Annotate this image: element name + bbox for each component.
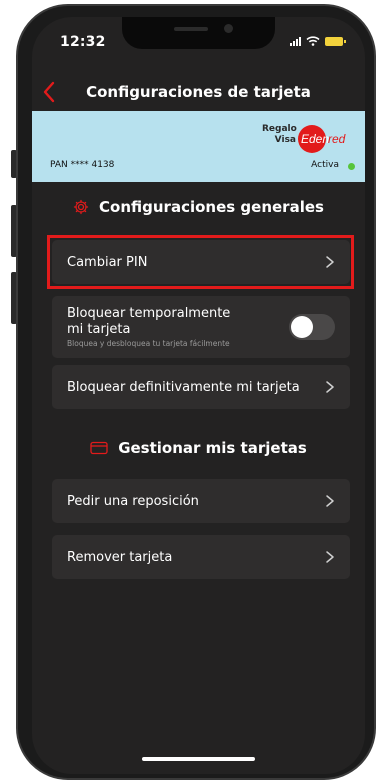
svg-text:Eden: Eden — [301, 132, 329, 146]
section-cards-title: Gestionar mis tarjetas — [118, 439, 307, 457]
card-status-label: Activa — [311, 160, 339, 170]
status-icons — [290, 36, 346, 46]
section-general-title: Configuraciones generales — [99, 198, 324, 216]
notch — [122, 17, 275, 49]
section-cards-heading: Gestionar mis tarjetas — [32, 439, 365, 457]
status-time: 12:32 — [60, 34, 106, 50]
section-general-heading: Configuraciones generales — [32, 198, 365, 216]
permanent-block-row[interactable]: Bloquear definitivamente mi tarjeta — [52, 365, 350, 409]
chevron-right-icon — [326, 551, 334, 563]
temp-block-subtitle: Bloquea y desbloquea tu tarjeta fácilmen… — [67, 339, 230, 348]
card-status-dot — [348, 163, 355, 170]
chevron-right-icon — [326, 381, 334, 393]
home-indicator[interactable] — [142, 757, 255, 761]
request-replacement-label: Pedir una reposición — [67, 493, 199, 509]
gear-icon — [73, 199, 89, 215]
temporary-block-toggle[interactable] — [289, 314, 335, 340]
signal-icon — [290, 36, 301, 46]
temp-block-line1: Bloquear temporalmente — [67, 306, 231, 321]
page-title: Configuraciones de tarjeta — [86, 83, 311, 101]
card-brand-logo: Regalo Visa Eden red — [262, 125, 362, 155]
navbar: Configuraciones de tarjeta — [32, 77, 365, 109]
permanent-block-label: Bloquear definitivamente mi tarjeta — [67, 379, 300, 395]
temp-block-line2: mi tarjeta — [67, 322, 131, 337]
card-pan: PAN **** 4138 — [50, 160, 115, 170]
chevron-right-icon — [326, 495, 334, 507]
remove-card-row[interactable]: Remover tarjeta — [52, 535, 350, 579]
brand-line2: Visa — [274, 135, 296, 145]
screen: 12:32 Configuraciones de tarjeta Regalo … — [32, 17, 365, 774]
card-icon — [90, 441, 108, 455]
card-banner: Regalo Visa Eden red PAN **** 4138 Activ… — [32, 111, 365, 182]
svg-text:red: red — [328, 132, 346, 146]
battery-icon — [325, 36, 346, 46]
highlight-box — [47, 235, 354, 289]
wifi-icon — [306, 36, 320, 46]
camera — [224, 24, 233, 33]
brand-line1: Regalo — [262, 124, 297, 134]
temporary-block-row: Bloquear temporalmente mi tarjeta Bloque… — [52, 296, 350, 358]
edenred-logo: Eden red — [298, 125, 346, 153]
request-replacement-row[interactable]: Pedir una reposición — [52, 479, 350, 523]
speaker — [174, 27, 208, 31]
remove-card-label: Remover tarjeta — [67, 549, 173, 565]
toggle-knob — [291, 316, 313, 338]
